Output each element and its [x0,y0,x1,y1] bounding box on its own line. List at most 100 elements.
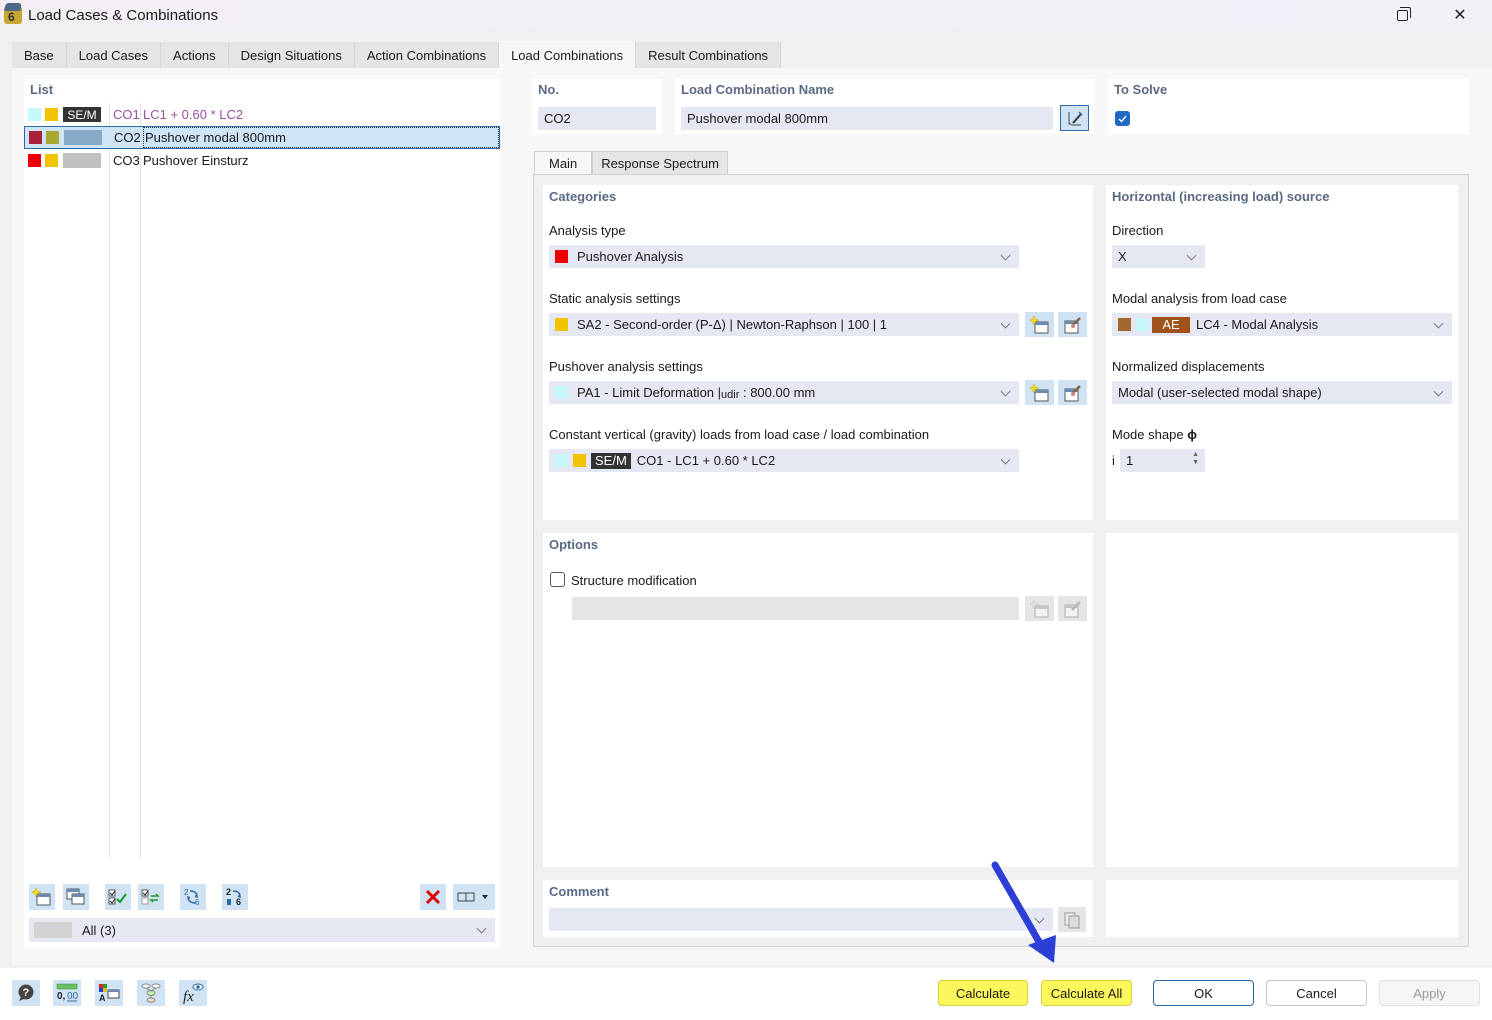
comment-library-button[interactable] [1058,907,1086,932]
chevron-down-icon [1000,454,1011,465]
static-settings-dropdown[interactable]: SA2 - Second-order (P-Δ) | Newton-Raphso… [549,313,1019,336]
tab-base[interactable]: Base [12,42,67,68]
close-icon: ✕ [1453,7,1467,24]
structure-modification-checkbox[interactable] [550,572,565,587]
tab-label: Base [24,47,54,63]
cancel-button[interactable]: Cancel [1266,980,1367,1006]
color-swatch [29,131,42,144]
combination-name-input[interactable]: Pushover modal 800mm [681,107,1053,130]
close-button[interactable]: ✕ [1438,0,1482,30]
list-item-co1[interactable]: SE/M CO1 LC1 + 0.60 * LC2 [24,103,500,126]
direction-label: Direction [1112,223,1164,238]
tab-action-combinations[interactable]: Action Combinations [354,42,500,68]
gravity-loads-dropdown[interactable]: SE/M CO1 - LC1 + 0.60 * LC2 [549,449,1019,472]
new-item-icon [1029,599,1048,617]
tab-label: Action Combinations [366,47,487,63]
window-title: Load Cases & Combinations [28,6,219,24]
svg-text:fx: fx [183,989,194,1004]
gravity-loads-value: CO1 - LC1 + 0.60 * LC2 [636,453,776,468]
edit-static-settings-button[interactable] [1058,312,1087,337]
comment-input[interactable] [549,908,1053,931]
categories-section: Categories Analysis type Pushover Analys… [543,185,1093,520]
help-button[interactable]: ? [12,980,40,1006]
svg-text:2: 2 [226,887,231,897]
svg-text:6: 6 [236,897,241,907]
model-tree-button[interactable] [137,980,165,1006]
ok-button[interactable]: OK [1153,980,1254,1006]
name-label: Load Combination Name [681,82,835,97]
list-filter-dropdown[interactable]: All (3) [29,918,495,942]
new-item-button[interactable] [29,884,55,910]
tab-load-combinations[interactable]: Load Combinations [499,41,637,69]
formula-button[interactable]: fx [179,980,207,1006]
chevron-down-icon [1433,318,1444,329]
calculate-button[interactable]: Calculate [938,980,1028,1006]
direction-value: X [1118,249,1127,264]
direction-dropdown[interactable]: X [1112,245,1205,268]
tab-response-spectrum[interactable]: Response Spectrum [592,151,728,175]
gravity-loads-label: Constant vertical (gravity) loads from l… [549,427,930,442]
analysis-type-dropdown[interactable]: Pushover Analysis [549,245,1019,268]
renumber-button[interactable]: 26 [180,884,206,910]
mode-index-spinner[interactable]: 1 ▲ ▼ [1120,449,1205,472]
restore-window-icon [1396,6,1411,21]
spinner-arrows-icon[interactable]: ▲ ▼ [1192,451,1199,467]
normalized-displacements-value: Modal (user-selected modal shape) [1118,385,1322,400]
copy-item-button[interactable] [63,884,89,910]
pushover-settings-dropdown[interactable]: PA1 - Limit Deformation | udir : 800.00 … [549,381,1019,404]
structure-modification-label: Structure modification [571,573,697,588]
chevron-down-icon [1000,250,1011,261]
toggle-check-button[interactable] [138,884,164,910]
list-item-co3[interactable]: CO3 Pushover Einsturz [24,149,500,172]
modal-load-case-value: LC4 - Modal Analysis [1196,317,1319,332]
calculate-all-button[interactable]: Calculate All [1041,980,1132,1006]
view-options-icon [457,892,488,902]
tab-design-situations[interactable]: Design Situations [228,42,355,68]
color-swatch [1136,318,1149,331]
rfem-6-icon: 6 [4,6,22,24]
tab-load-cases[interactable]: Load Cases [66,42,162,68]
units-button[interactable]: 0, 00 [53,980,81,1006]
new-static-settings-button[interactable] [1025,312,1054,337]
edit-pushover-settings-button[interactable] [1058,380,1087,405]
number-label: No. [538,82,559,97]
restore-window-button[interactable] [1380,0,1424,30]
svg-text:?: ? [23,987,30,999]
normalized-displacements-dropdown[interactable]: Modal (user-selected modal shape) [1112,381,1452,404]
options-side-panel [1106,533,1458,867]
modal-load-case-dropdown[interactable]: AE LC4 - Modal Analysis [1112,313,1452,336]
svg-text:0,: 0, [57,991,66,1002]
svg-text:A: A [99,993,106,1003]
color-swatch [555,454,568,467]
renumber-icon: 26 [184,888,200,907]
view-options-button[interactable] [453,884,495,910]
to-solve-box: To Solve [1108,79,1469,134]
delete-button[interactable] [420,884,446,910]
options-heading: Options [549,537,599,552]
display-settings-button[interactable]: A [95,980,123,1006]
svg-text:00: 00 [67,991,79,1002]
edit-name-button[interactable] [1060,105,1089,131]
chevron-down-icon [1000,386,1011,397]
new-pushover-settings-button[interactable] [1025,380,1054,405]
static-settings-label: Static analysis settings [549,291,681,306]
dialog-footer: ? 0, 00 A fx Calculate Calculate All OK C… [0,968,1492,1020]
list-panel: List SE/M CO1 LC1 + 0.60 * LC2 CO2 Pusho… [24,79,500,947]
item-name: LC1 + 0.60 * LC2 [143,107,244,122]
list-toolbar: 26 26 [29,884,495,910]
tab-result-combinations[interactable]: Result Combinations [636,42,782,68]
tab-actions[interactable]: Actions [161,42,229,68]
horizontal-source-heading: Horizontal (increasing load) source [1112,189,1330,204]
pushover-settings-label: Pushover analysis settings [549,359,703,374]
tab-main[interactable]: Main [534,151,593,175]
check-all-button[interactable] [105,884,131,910]
number-field[interactable]: CO2 [538,107,656,130]
tab-label: Response Spectrum [601,156,719,171]
renumber-sequential-button[interactable]: 26 [222,884,248,910]
normalized-displacements-label: Normalized displacements [1112,359,1265,374]
phi-symbol: ϕ [1187,427,1197,442]
display-settings-icon: A [99,984,120,1003]
to-solve-checkbox[interactable] [1115,111,1130,126]
pushover-subscript: udir [721,388,740,401]
list-item-co2[interactable]: CO2 Pushover modal 800mm [24,126,500,149]
